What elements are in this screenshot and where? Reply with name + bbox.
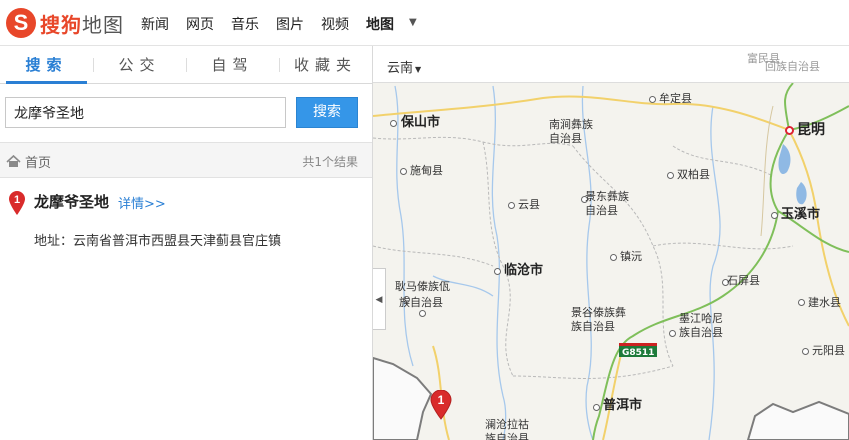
map-label-shiping: 石屏县 (727, 274, 760, 287)
nav-music[interactable]: 音乐 (231, 14, 259, 34)
tab-search[interactable]: 搜索 (0, 46, 93, 84)
map-label-nanjian: 南涧彝族 (549, 118, 593, 131)
result-pin-number: 1 (14, 194, 20, 206)
chevron-down-icon: ▼ (415, 65, 422, 74)
map-dot-mouding (649, 96, 656, 103)
map-label-puer: 普洱市 (603, 398, 643, 413)
home-link[interactable]: 首页 (6, 152, 51, 171)
map-label-gengma: 耿马傣族佤 (395, 280, 450, 293)
home-icon (6, 155, 21, 167)
tab-favorites[interactable]: 收藏夹 (279, 46, 372, 83)
map-label-jingdong: 景东彝族 (585, 190, 629, 203)
map-dot-lincang (494, 268, 501, 275)
map-marker-pin-icon[interactable]: 1 (430, 390, 452, 420)
map-dot-puer (593, 404, 600, 411)
map-label-lancang2: 族自治县 (485, 432, 529, 440)
map-label-gengma2: 族自治县 (399, 296, 443, 309)
map-label-weishan2: 回族自治县 (765, 60, 820, 73)
panel-tabs: 搜索 公交 自驾 收藏夹 (0, 46, 372, 84)
map-dot-yuanyang (802, 348, 809, 355)
nav-news[interactable]: 新闻 (141, 14, 169, 34)
logo-brand: 搜狗 (40, 12, 82, 37)
result-title[interactable]: 龙摩爷圣地 (34, 191, 109, 212)
map-label-jianshui: 建水县 (808, 296, 841, 309)
map-base (373, 46, 849, 440)
region-selector[interactable]: 云南 ▼ (387, 57, 421, 76)
map-label-kunming: 昆明 (797, 122, 825, 138)
map-label-mojiang2: 族自治县 (679, 326, 723, 339)
nav-web[interactable]: 网页 (186, 14, 214, 34)
nav-map[interactable]: 地图 (366, 14, 394, 34)
map-label-shuangbai: 双柏县 (677, 168, 710, 181)
map-dot-mojiang (669, 330, 676, 337)
map-label-zhenyuan: 镇沅 (620, 250, 642, 263)
top-header: S 搜狗地图 新闻 网页 音乐 图片 视频 地图 ▼ (0, 0, 849, 46)
map-label-yunxian: 云县 (518, 198, 540, 211)
collapse-panel-button[interactable]: ◀ (373, 268, 386, 330)
map-label-mouding: 牟定县 (659, 92, 692, 105)
map-label-lancang: 澜沧拉祜 (485, 418, 529, 431)
map-dot-zhenyuan (610, 254, 617, 261)
nav-images[interactable]: 图片 (276, 14, 304, 34)
result-count: 共1个结果 (302, 155, 358, 169)
top-nav: 新闻 网页 音乐 图片 视频 地图 ▼ (141, 14, 417, 34)
tab-bus[interactable]: 公交 (93, 46, 186, 83)
region-label: 云南 (387, 61, 414, 76)
map-label-baoshan: 保山市 (401, 115, 441, 130)
map-label-yuxi: 玉溪市 (781, 207, 821, 222)
map-label-jinggu2: 族自治县 (571, 320, 615, 333)
logo-text: 搜狗地图 (40, 9, 124, 38)
map-dot-cangyuan (419, 310, 426, 317)
map-label-lincang: 临沧市 (504, 263, 544, 278)
map-label-shidian: 施甸县 (410, 164, 443, 177)
nav-more-caret-icon[interactable]: ▼ (409, 14, 417, 34)
road-shield-g8511: G8511 (619, 343, 658, 358)
map-marker-number: 1 (438, 393, 445, 407)
detail-link[interactable]: 详情>> (118, 193, 166, 212)
map-dot-jianshui (798, 299, 805, 306)
search-row: 搜索 (5, 97, 358, 128)
map-dot-shidian (400, 168, 407, 175)
home-label: 首页 (25, 156, 52, 171)
map-label-jingdong2: 自治县 (585, 204, 618, 217)
result-pin-icon: 1 (9, 191, 25, 215)
search-input[interactable] (5, 97, 286, 128)
map-dot-kunming (785, 126, 794, 135)
result-address: 地址：云南省普洱市西盟县天津蓟县官庄镇 (34, 234, 282, 249)
map-label-mojiang: 墨江哈尼 (679, 312, 723, 325)
tab-drive[interactable]: 自驾 (186, 46, 279, 83)
search-button[interactable]: 搜索 (296, 97, 358, 128)
left-panel: 搜索 公交 自驾 收藏夹 搜索 首页 共1个结果 1 龙摩爷圣地 详情>> 地址… (0, 46, 373, 440)
map-dot-yunxian (508, 202, 515, 209)
sogou-logo-icon: S (6, 8, 36, 38)
nav-video[interactable]: 视频 (321, 14, 349, 34)
logo-product: 地图 (82, 12, 124, 37)
sogou-map-logo[interactable]: S 搜狗地图 (6, 8, 124, 38)
map-dot-yuxi (771, 212, 778, 219)
map-canvas[interactable]: 云南 ▼ ◀ 富民县 回族自治县 牟定县 保山市 南涧彝族 自治县 昆明 施甸县 … (373, 46, 849, 440)
map-label-jinggu: 景谷傣族彝 (571, 306, 626, 319)
breadcrumb: 首页 共1个结果 (0, 142, 372, 178)
map-label-nanjian2: 自治县 (549, 132, 582, 145)
chevron-left-icon: ◀ (375, 295, 383, 305)
map-label-yuanyang: 元阳县 (812, 344, 845, 357)
map-dot-baoshan (390, 120, 397, 127)
map-dot-shuangbai (667, 172, 674, 179)
